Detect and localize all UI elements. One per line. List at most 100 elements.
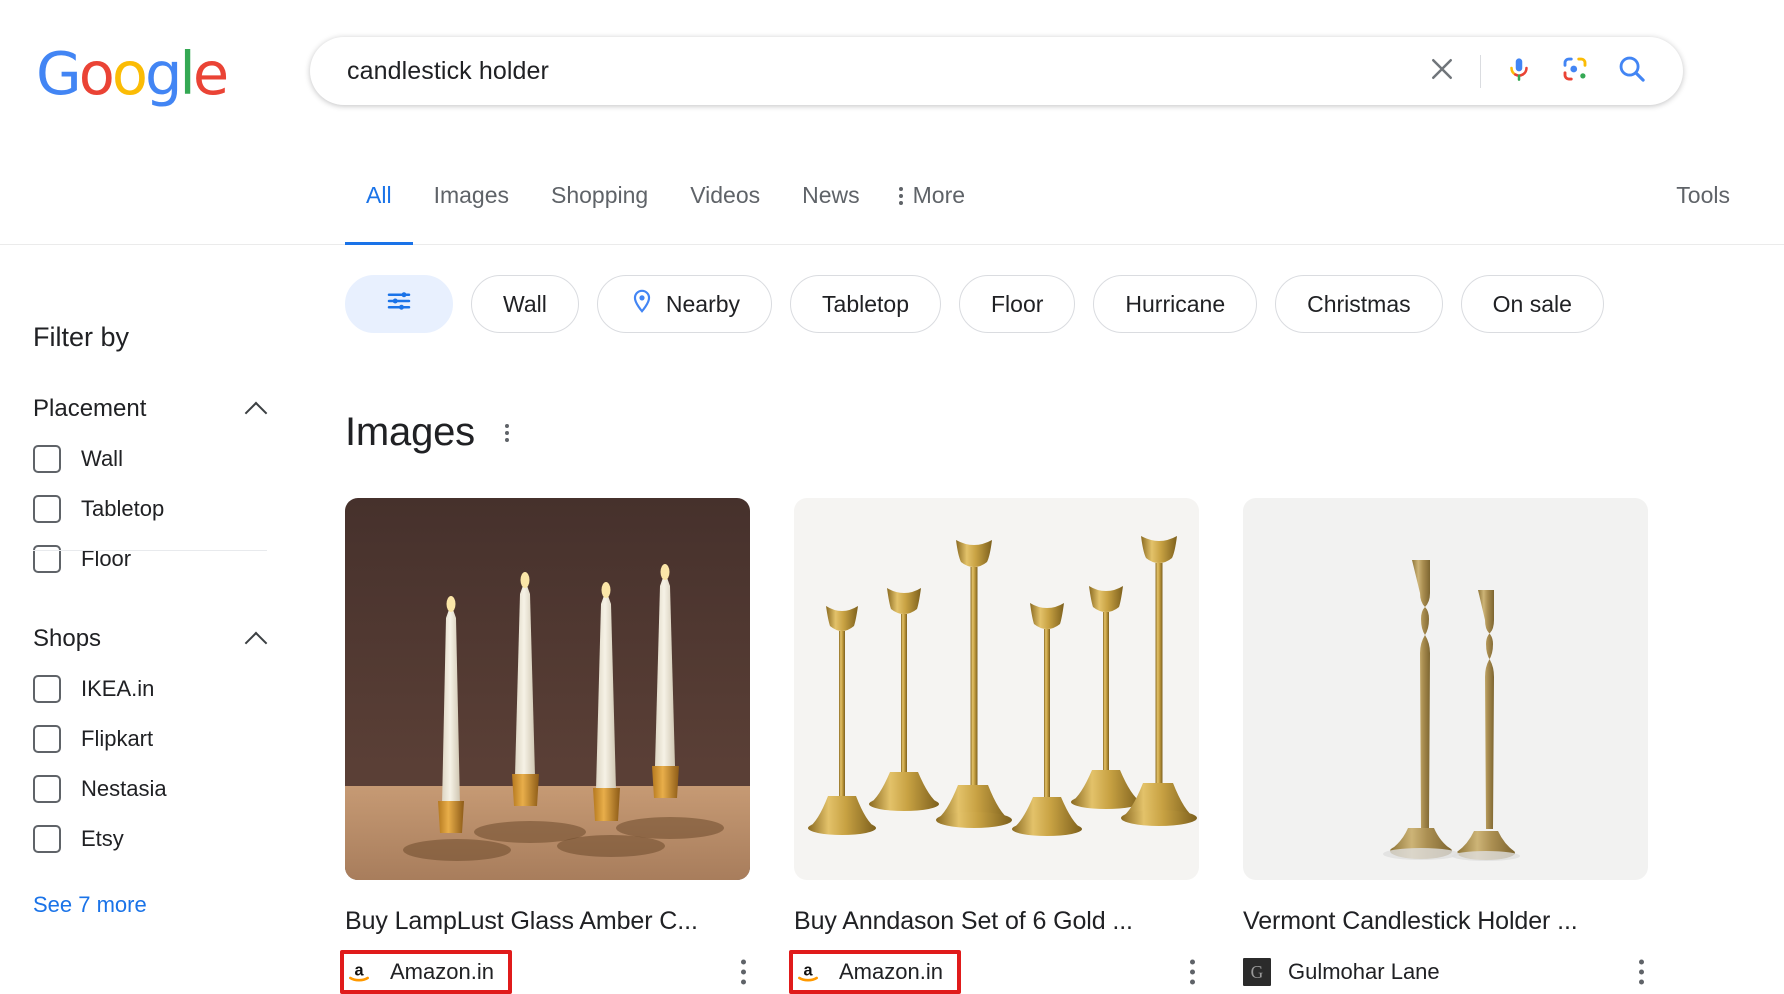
filter-option-tabletop[interactable]: Tabletop bbox=[33, 495, 298, 523]
more-tabs-button[interactable]: More bbox=[881, 144, 986, 209]
chip-wall[interactable]: Wall bbox=[471, 275, 579, 333]
filter-option-nestasia[interactable]: Nestasia bbox=[33, 775, 298, 803]
filter-section-placement-header[interactable]: Placement bbox=[33, 395, 268, 423]
image-result-options-icon[interactable] bbox=[1639, 959, 1644, 985]
google-logo[interactable]: Google bbox=[36, 44, 229, 103]
chip-christmas-label: Christmas bbox=[1307, 290, 1411, 317]
tools-button[interactable]: Tools bbox=[1676, 182, 1730, 209]
logo-letter-l: l bbox=[179, 39, 196, 108]
logo-letter-g2: g bbox=[144, 39, 182, 108]
svg-text:a: a bbox=[803, 961, 813, 979]
see-more-shops-link[interactable]: See 7 more bbox=[33, 892, 147, 918]
filter-chips-row: Wall Nearby Tabletop Floor Hurricane Chr… bbox=[345, 275, 1604, 333]
voice-search-button[interactable] bbox=[1491, 43, 1547, 99]
tab-images[interactable]: Images bbox=[413, 144, 530, 245]
image-result-source: Amazon.in bbox=[390, 959, 494, 984]
filter-rail: Filter by Placement Wall Tabletop Floor bbox=[0, 245, 300, 994]
tab-news[interactable]: News bbox=[781, 144, 881, 245]
filter-option-tabletop-label: Tabletop bbox=[81, 496, 165, 521]
logo-letter-o2: o bbox=[111, 39, 148, 108]
filter-section-shops-header[interactable]: Shops bbox=[33, 625, 268, 653]
search-bar[interactable] bbox=[310, 37, 1683, 105]
image-result-source: Amazon.in bbox=[839, 959, 943, 984]
chip-christmas[interactable]: Christmas bbox=[1275, 275, 1443, 333]
chip-nearby-label: Nearby bbox=[665, 290, 741, 317]
chip-wall-label: Wall bbox=[503, 290, 547, 317]
images-section-heading: Images bbox=[345, 410, 475, 454]
filter-option-nestasia-label: Nestasia bbox=[81, 776, 167, 801]
image-result-source-row[interactable]: a Amazon.in bbox=[340, 950, 750, 994]
filter-section-shops: Shops IKEA.in Flipkart Nestasia Etsy bbox=[33, 625, 298, 853]
image-thumbnail-lamplust[interactable] bbox=[345, 498, 750, 880]
chip-tabletop-label: Tabletop bbox=[822, 290, 909, 317]
filter-rail-title: Filter by bbox=[33, 322, 130, 352]
amazon-a-icon: a bbox=[345, 958, 373, 986]
tab-videos[interactable]: Videos bbox=[669, 144, 781, 245]
images-section-options-icon[interactable] bbox=[504, 423, 509, 442]
filter-option-etsy-label: Etsy bbox=[81, 826, 124, 851]
submit-search-button[interactable] bbox=[1603, 43, 1659, 99]
search-tabs: All Images Shopping Videos News More bbox=[345, 144, 986, 245]
search-bar-divider bbox=[1480, 54, 1481, 88]
checkbox-nestasia[interactable] bbox=[33, 775, 61, 803]
chip-tabletop[interactable]: Tabletop bbox=[790, 275, 941, 333]
tab-shopping[interactable]: Shopping bbox=[530, 144, 669, 245]
filter-section-placement-label: Placement bbox=[33, 395, 147, 422]
chip-on-sale[interactable]: On sale bbox=[1460, 275, 1604, 333]
filter-option-ikea[interactable]: IKEA.in bbox=[33, 675, 298, 703]
filter-option-flipkart-label: Flipkart bbox=[81, 726, 154, 751]
image-result-card[interactable]: Buy LampLust Glass Amber C... a Amazon.i… bbox=[340, 498, 750, 994]
checkbox-tabletop[interactable] bbox=[33, 495, 61, 523]
filter-option-wall[interactable]: Wall bbox=[33, 445, 298, 473]
image-result-options-icon[interactable] bbox=[1190, 959, 1195, 985]
search-tabs-bar: All Images Shopping Videos News More Too… bbox=[0, 144, 1784, 245]
image-result-card[interactable]: Buy Anndason Set of 6 Gold ... a Amazon.… bbox=[789, 498, 1199, 994]
filter-rail-divider bbox=[33, 550, 267, 551]
search-bar-icons bbox=[1414, 43, 1683, 99]
candles-amber-holders-photo bbox=[345, 498, 750, 880]
gold-candlesticks-set-photo bbox=[794, 498, 1199, 880]
amazon-a-icon: a bbox=[794, 958, 822, 986]
chevron-up-icon[interactable] bbox=[246, 398, 268, 420]
chip-refine-filters[interactable] bbox=[345, 275, 453, 333]
image-result-card[interactable]: Vermont Candlestick Holder ... G Gulmoha… bbox=[1243, 498, 1648, 990]
image-result-title: Buy LampLust Glass Amber C... bbox=[345, 907, 698, 935]
filter-section-placement: Placement Wall Tabletop Floor bbox=[33, 395, 298, 573]
image-result-options-icon[interactable] bbox=[741, 959, 746, 985]
chip-hurricane[interactable]: Hurricane bbox=[1093, 275, 1258, 333]
logo-letter-e: e bbox=[192, 39, 229, 108]
image-result-source-row[interactable]: a Amazon.in bbox=[789, 950, 1199, 994]
microphone-icon bbox=[1504, 54, 1534, 89]
chip-floor-label: Floor bbox=[991, 290, 1044, 317]
clear-search-button[interactable] bbox=[1414, 43, 1470, 99]
image-result-source-row[interactable]: G Gulmohar Lane bbox=[1243, 954, 1648, 990]
google-search-results-page: Google candlestick holder All Images Sho… bbox=[0, 0, 1784, 994]
chevron-up-icon[interactable] bbox=[246, 628, 268, 650]
filter-option-wall-label: Wall bbox=[81, 446, 123, 471]
chip-hurricane-label: Hurricane bbox=[1125, 290, 1226, 317]
images-section-header: Images bbox=[345, 410, 509, 455]
tab-all[interactable]: All bbox=[345, 144, 413, 245]
image-result-title: Vermont Candlestick Holder ... bbox=[1243, 907, 1578, 935]
location-pin-icon bbox=[629, 288, 655, 320]
checkbox-wall[interactable] bbox=[33, 445, 61, 473]
google-lens-icon bbox=[1560, 54, 1590, 89]
checkbox-etsy[interactable] bbox=[33, 825, 61, 853]
lens-search-button[interactable] bbox=[1547, 43, 1603, 99]
logo-letter-g1: G bbox=[36, 39, 82, 108]
search-icon bbox=[1616, 53, 1647, 89]
logo-letter-o1: o bbox=[78, 39, 115, 108]
image-result-title: Buy Anndason Set of 6 Gold ... bbox=[794, 907, 1133, 935]
image-thumbnail-anndason[interactable] bbox=[794, 498, 1199, 880]
filter-option-flipkart[interactable]: Flipkart bbox=[33, 725, 298, 753]
chip-nearby[interactable]: Nearby bbox=[596, 275, 773, 333]
svg-text:G: G bbox=[1251, 962, 1264, 982]
checkbox-flipkart[interactable] bbox=[33, 725, 61, 753]
filter-section-shops-label: Shops bbox=[33, 625, 102, 652]
search-input[interactable] bbox=[345, 55, 1414, 87]
checkbox-ikea[interactable] bbox=[33, 675, 61, 703]
image-results-grid: Buy LampLust Glass Amber C... a Amazon.i… bbox=[340, 498, 1648, 994]
chip-floor[interactable]: Floor bbox=[959, 275, 1076, 333]
image-thumbnail-vermont[interactable] bbox=[1243, 498, 1648, 880]
filter-option-etsy[interactable]: Etsy bbox=[33, 825, 298, 853]
